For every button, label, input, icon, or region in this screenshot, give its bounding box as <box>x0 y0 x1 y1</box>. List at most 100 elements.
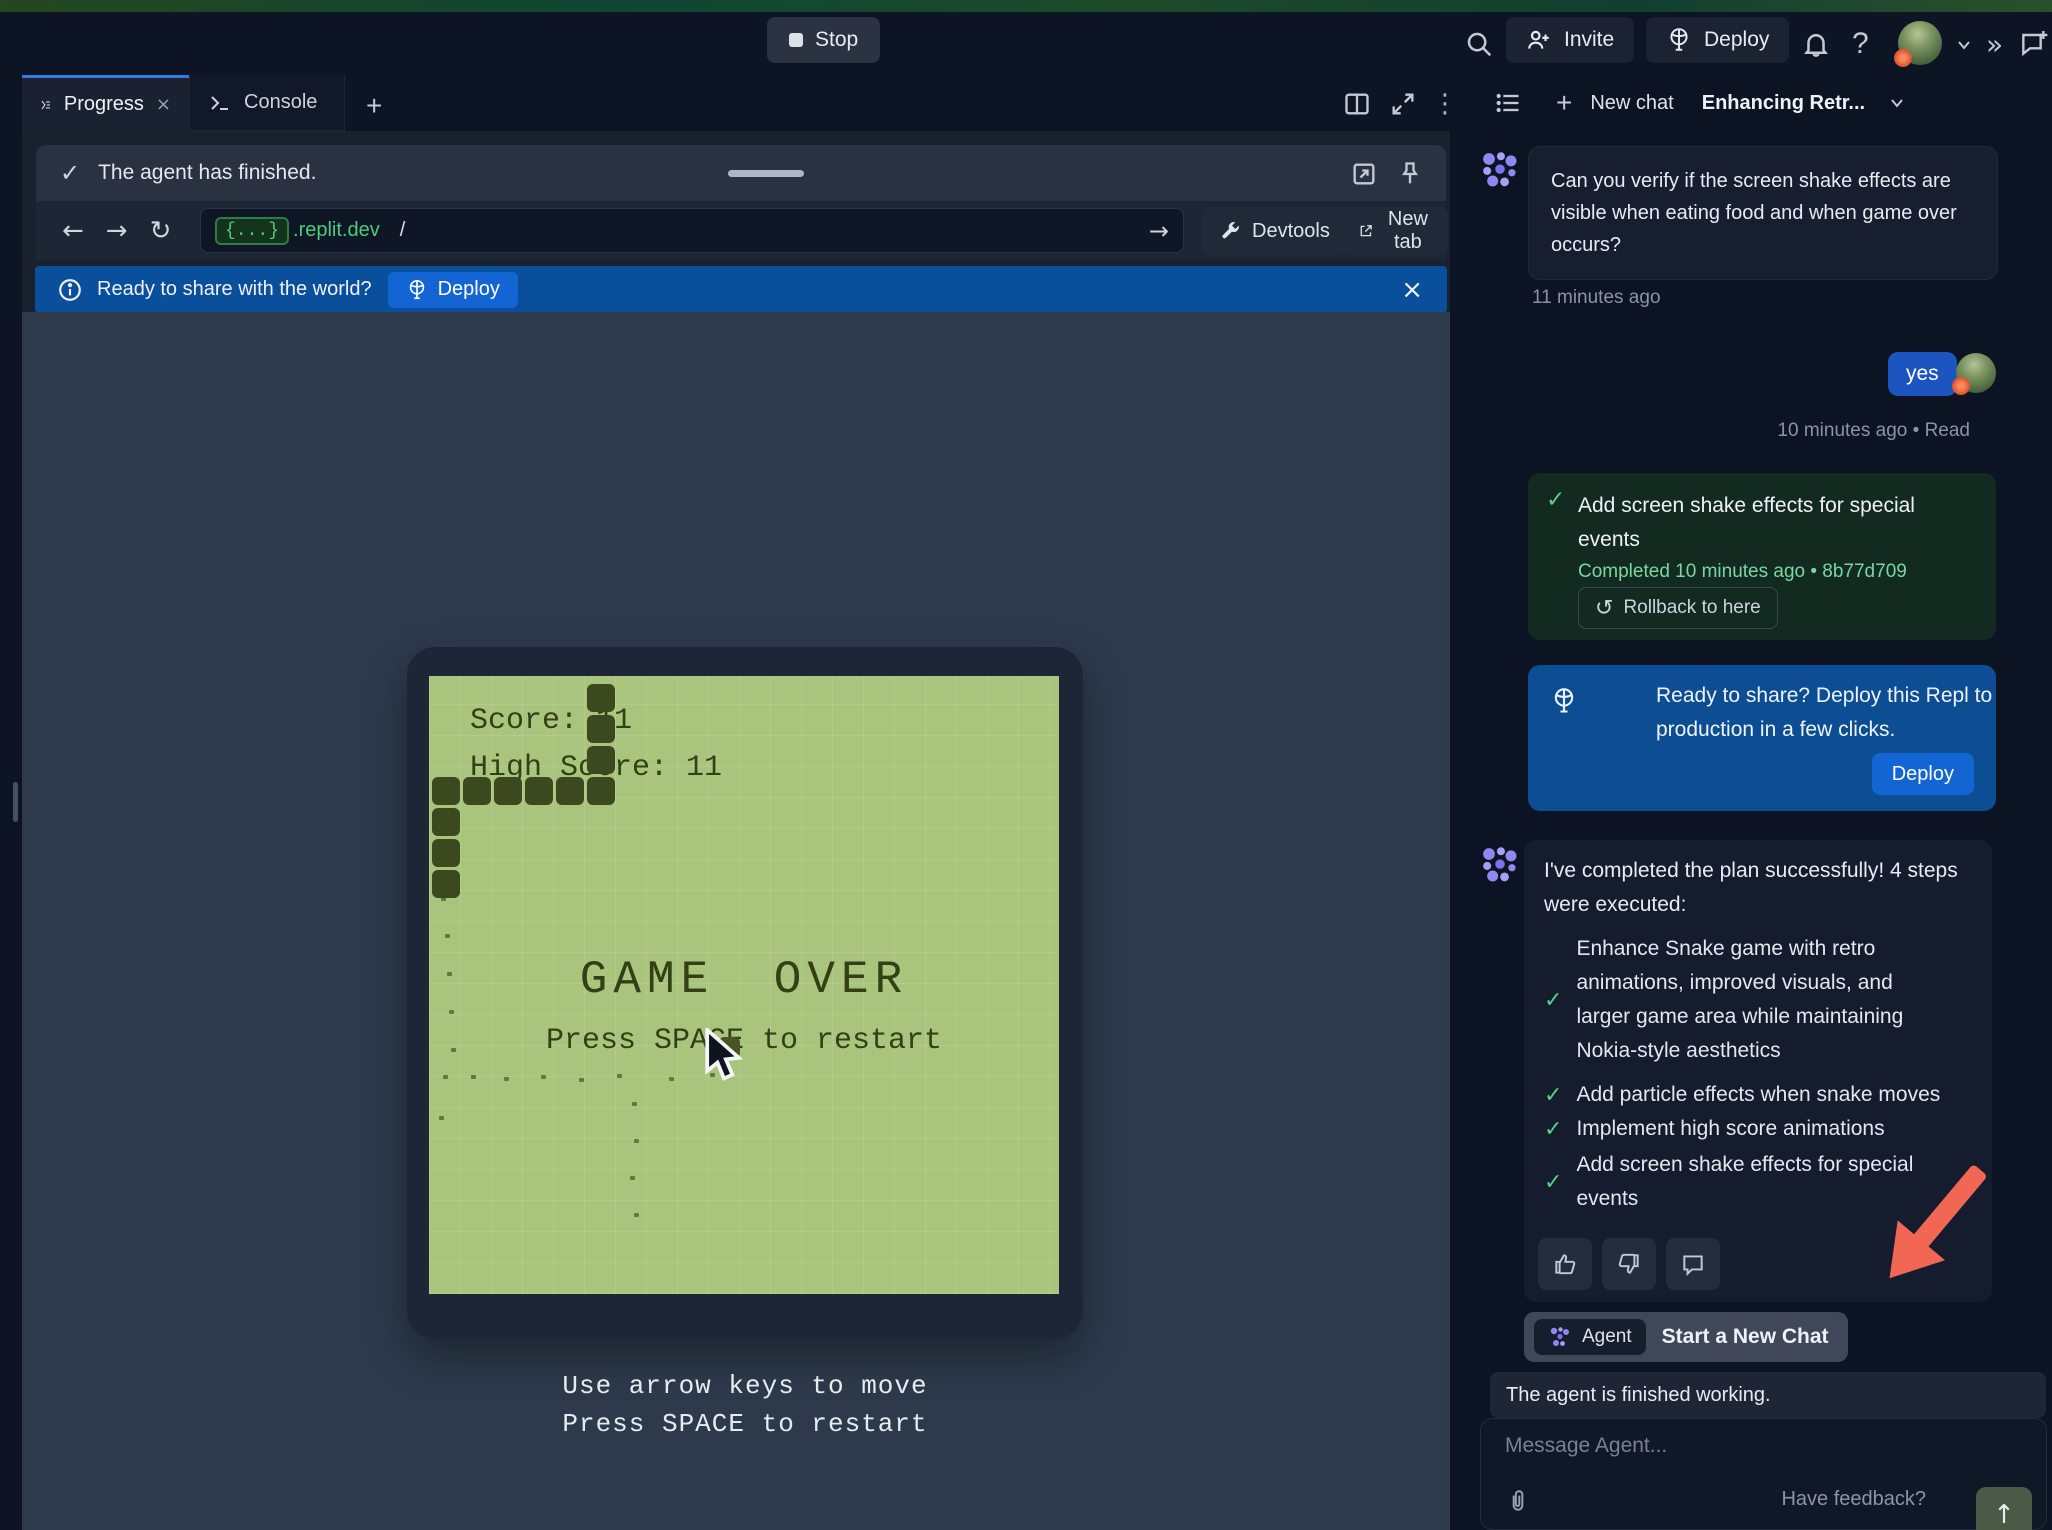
message-input[interactable] <box>1503 1433 2007 1459</box>
particle-speck <box>632 1102 637 1106</box>
chat-list-icon[interactable] <box>1488 88 1528 118</box>
deploy-button[interactable]: Deploy <box>1646 17 1789 63</box>
deploy-card-button[interactable]: Deploy <box>1872 753 1974 795</box>
particle-speck <box>630 1176 635 1180</box>
devtools-label: Devtools <box>1252 220 1330 243</box>
send-message-button[interactable]: ↑ <box>1976 1487 2032 1530</box>
tabbar: Progress × Console + ⋮ <box>0 75 1450 131</box>
user-reply-meta: 10 minutes ago • Read <box>1450 420 1970 442</box>
rollback-label: Rollback to here <box>1623 597 1760 619</box>
agent-question-text: Can you verify if the screen shake effec… <box>1551 170 1957 256</box>
check-icon: ✓ <box>60 159 80 187</box>
agent-flower-icon <box>1548 1325 1572 1349</box>
avatar[interactable] <box>1898 21 1942 65</box>
deploy-label: Deploy <box>1704 28 1769 52</box>
split-view-icon[interactable] <box>1337 89 1377 119</box>
preview-pane: ✓ The agent has finished. ← → ↻ {...} .r… <box>22 131 1450 1530</box>
snake-segment <box>525 777 553 805</box>
session-chevron-down-icon[interactable] <box>1881 92 1913 114</box>
tab-console[interactable]: Console <box>189 75 345 131</box>
new-chat-label[interactable]: New chat <box>1590 92 1673 115</box>
banner-deploy-label: Deploy <box>438 278 500 301</box>
deploy-card-text: Ready to share? Deploy this Repl to prod… <box>1656 679 2006 747</box>
devtools-button[interactable]: Devtools <box>1202 207 1346 255</box>
snake-segment <box>587 715 615 743</box>
attachment-paperclip-icon[interactable] <box>1499 1487 1537 1515</box>
agent-badge: Agent <box>1534 1319 1646 1355</box>
new-tab-button[interactable]: New tab <box>1342 207 1448 255</box>
wrench-icon <box>1218 219 1242 243</box>
new-chat-panel-icon[interactable] <box>2012 26 2052 60</box>
open-external-icon[interactable] <box>1344 159 1384 189</box>
particle-speck <box>541 1075 546 1079</box>
thumbs-up-icon[interactable] <box>1538 1238 1592 1290</box>
pane-drag-handle[interactable] <box>728 170 804 177</box>
back-icon[interactable]: ← <box>62 216 84 246</box>
step-text: Enhance Snake game with retro animations… <box>1576 932 1948 1068</box>
thumbs-down-icon[interactable] <box>1602 1238 1656 1290</box>
instruction-line-2: Press SPACE to restart <box>407 1405 1083 1443</box>
start-new-chat-label: Start a New Chat <box>1662 1325 1829 1349</box>
step-text: Implement high score animations <box>1576 1112 1948 1146</box>
deploy-icon <box>1666 27 1692 53</box>
snake-segment <box>463 777 491 805</box>
new-tab-label: New tab <box>1384 208 1432 254</box>
expand-icon[interactable] <box>1383 89 1423 119</box>
deploy-banner: Ready to share with the world? Deploy × <box>35 266 1447 313</box>
tab-console-label: Console <box>244 91 317 114</box>
notifications-bell-icon[interactable] <box>1795 28 1837 60</box>
tab-progress[interactable]: Progress × <box>22 75 189 131</box>
agent-status-text: The agent is finished working. <box>1506 1384 1771 1407</box>
window-top-accent <box>0 0 2052 12</box>
banner-deploy-button[interactable]: Deploy <box>388 272 518 308</box>
game-over-text: GAME OVER <box>429 954 1059 1006</box>
agent-question-bubble: Can you verify if the screen shake effec… <box>1528 146 1998 280</box>
person-plus-icon <box>1526 27 1552 53</box>
search-icon[interactable] <box>1458 28 1500 60</box>
completion-step: ✓ Add screen shake effects for special e… <box>1544 1148 1948 1216</box>
completion-step: ✓ Implement high score animations <box>1544 1112 1948 1146</box>
add-tab-button[interactable]: + <box>360 89 388 123</box>
comment-icon[interactable] <box>1666 1238 1720 1290</box>
lcd-screen[interactable]: Score: 11 High Score: 11 GAME OVER Press… <box>429 676 1059 1294</box>
snake-segment <box>494 777 522 805</box>
agent-badge-label: Agent <box>1582 1326 1632 1348</box>
particle-speck <box>617 1074 622 1078</box>
particle-speck <box>445 934 450 938</box>
url-input[interactable]: {...} .replit.dev / → <box>200 208 1184 253</box>
forward-icon[interactable]: → <box>106 216 128 246</box>
start-new-chat-button[interactable]: Agent Start a New Chat <box>1524 1312 1848 1362</box>
double-chevron-right-icon[interactable]: » <box>1986 28 2003 61</box>
chat-session-title[interactable]: Enhancing Retr... <box>1702 92 1865 115</box>
left-panel-handle[interactable] <box>13 782 18 822</box>
browser-toolbar: ← → ↻ {...} .replit.dev / → Devtools New… <box>36 201 1446 261</box>
banner-close-icon[interactable]: × <box>1401 275 1423 305</box>
go-arrow-icon[interactable]: → <box>1149 217 1169 245</box>
completion-intro: I've completed the plan successfully! 4 … <box>1544 854 1984 922</box>
invite-button[interactable]: Invite <box>1506 17 1634 63</box>
reload-icon[interactable]: ↻ <box>150 216 172 246</box>
task-check-icon: ✓ <box>1546 487 1565 513</box>
completion-step: ✓ Enhance Snake game with retro animatio… <box>1544 932 1948 1068</box>
snake-segment <box>587 746 615 774</box>
help-icon[interactable]: ? <box>1846 26 1875 62</box>
account-chevron-down-icon[interactable] <box>1948 34 1980 56</box>
stop-button[interactable]: Stop <box>767 17 880 63</box>
task-meta: Completed 10 minutes ago • 8b77d709 <box>1578 561 1907 583</box>
instruction-line-1: Use arrow keys to move <box>407 1367 1083 1405</box>
particle-speck <box>447 972 452 976</box>
message-composer: Have feedback? ↑ <box>1480 1418 2047 1530</box>
info-icon <box>57 277 83 303</box>
have-feedback-link[interactable]: Have feedback? <box>1781 1488 1926 1511</box>
step-check-icon: ✓ <box>1544 988 1562 1013</box>
new-chat-plus-icon[interactable]: + <box>1550 86 1578 120</box>
particle-speck <box>439 1116 444 1120</box>
tab-close-icon[interactable]: × <box>156 94 171 115</box>
console-icon <box>208 91 232 115</box>
rollback-button[interactable]: ↺ Rollback to here <box>1578 587 1778 629</box>
url-path: / <box>400 219 406 242</box>
pin-icon[interactable] <box>1390 159 1430 189</box>
replit-workspace: Stop Invite Deploy ? » Progress × <box>0 0 2052 1530</box>
agent-avatar-icon <box>1478 148 1522 192</box>
deploy-banner-text: Ready to share with the world? <box>97 278 372 301</box>
